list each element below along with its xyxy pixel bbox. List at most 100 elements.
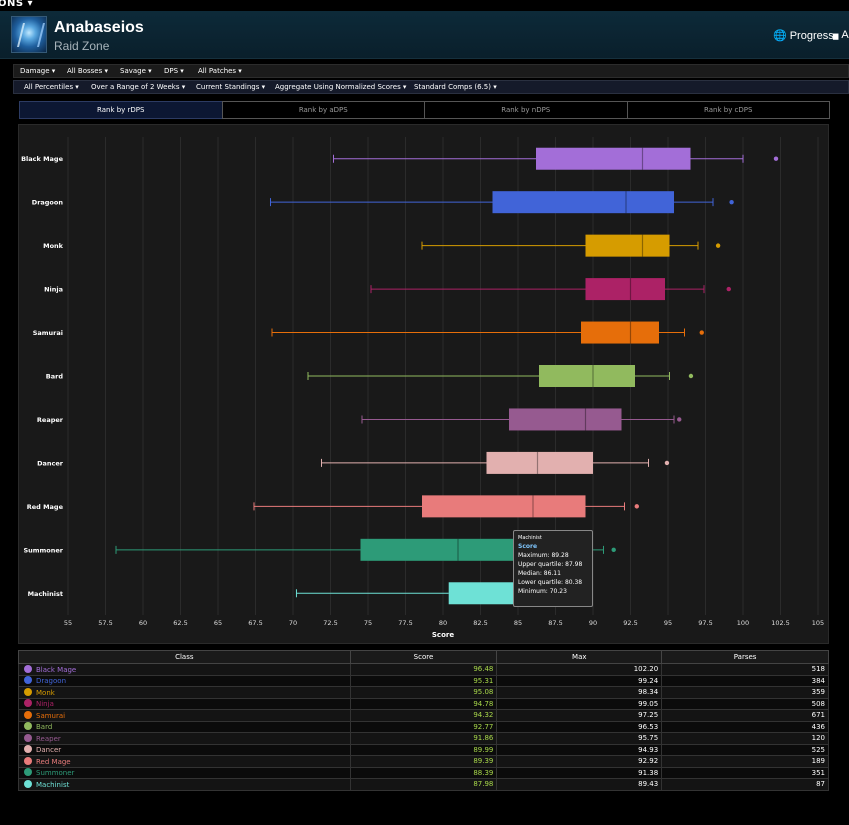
class-cell: Bard bbox=[18, 720, 351, 733]
x-tick-label: 87.5 bbox=[548, 619, 562, 627]
x-tick-label: 100 bbox=[737, 619, 749, 627]
class-name[interactable]: Summoner bbox=[36, 769, 74, 777]
max-cell: 91.38 bbox=[496, 766, 663, 779]
tooltip-maximum: Maximum: 89.28 bbox=[518, 552, 569, 559]
class-name[interactable]: Ninja bbox=[36, 700, 54, 708]
table-row[interactable]: Samurai 94.32 97.25 671 bbox=[18, 709, 829, 722]
max-cell: 94.93 bbox=[496, 743, 663, 756]
page-title: Anabaseios bbox=[54, 19, 144, 36]
col-header-max[interactable]: Max bbox=[496, 650, 663, 664]
score-cell: 88.39 bbox=[349, 766, 498, 779]
y-category-label: Black Mage bbox=[21, 155, 64, 163]
class-name[interactable]: Red Mage bbox=[36, 758, 71, 766]
score-boxplot-chart: 55 57.5 60 62.5 65 67.5 70 72.5 75 77.5 80 82.5 85 87… bbox=[18, 124, 829, 644]
x-tick-label: 57.5 bbox=[98, 619, 112, 627]
table-row[interactable]: Ninja 94.78 99.05 508 bbox=[18, 697, 829, 710]
score-cell: 89.99 bbox=[349, 743, 498, 756]
tab-rank-cdps[interactable]: Rank by cDPS bbox=[626, 101, 830, 119]
box-iqr bbox=[585, 278, 665, 301]
machinist-icon bbox=[24, 779, 32, 788]
class-name[interactable]: Monk bbox=[36, 689, 55, 697]
table-row[interactable]: Dancer 89.99 94.93 525 bbox=[18, 743, 829, 756]
parses-cell: 87 bbox=[661, 778, 829, 791]
class-name[interactable]: Dancer bbox=[36, 746, 61, 754]
table-row[interactable]: Red Mage 89.39 92.92 189 bbox=[18, 755, 829, 768]
filter-difficulty[interactable]: Savage ▾ bbox=[120, 67, 152, 75]
filter-standings[interactable]: Current Standings ▾ bbox=[196, 83, 265, 91]
y-category-label: Dragoon bbox=[32, 199, 64, 207]
x-tick-label: 80 bbox=[439, 619, 447, 627]
progress-link[interactable]: 🌐 Progress bbox=[773, 29, 834, 42]
score-cell: 89.39 bbox=[349, 755, 498, 768]
max-cell: 92.92 bbox=[496, 755, 663, 768]
outlier-point bbox=[715, 243, 721, 248]
box-iqr bbox=[539, 365, 635, 387]
class-name[interactable]: Dragoon bbox=[36, 677, 66, 685]
parses-cell: 508 bbox=[661, 697, 829, 710]
class-cell: Ninja bbox=[18, 697, 351, 710]
table-row[interactable]: Summoner 88.39 91.38 351 bbox=[18, 766, 829, 779]
rank-tabs: Rank by rDPS Rank by aDPS Rank by nDPS R… bbox=[19, 101, 830, 119]
tab-rank-rdps[interactable]: Rank by rDPS bbox=[19, 101, 223, 119]
table-row[interactable]: Reaper 91.86 95.75 120 bbox=[18, 732, 829, 745]
score-cell: 87.98 bbox=[349, 778, 498, 791]
filter-time-range[interactable]: Over a Range of 2 Weeks ▾ bbox=[91, 83, 185, 91]
outlier-point bbox=[634, 504, 639, 509]
x-tick-label: 55 bbox=[64, 619, 72, 627]
chart-tooltip: Machinist Score Maximum: 89.28 Upper qua… bbox=[513, 530, 593, 607]
parses-cell: 518 bbox=[661, 663, 829, 676]
max-cell: 95.75 bbox=[496, 732, 663, 745]
x-tick-label: 77.5 bbox=[398, 619, 412, 627]
x-axis-label: Score bbox=[432, 631, 454, 639]
box-iqr bbox=[536, 147, 691, 170]
class-name[interactable]: Black Mage bbox=[36, 666, 76, 674]
max-cell: 102.20 bbox=[496, 663, 663, 676]
filter-bar-secondary: All Percentiles ▾ Over a Range of 2 Week… bbox=[13, 80, 849, 94]
class-name[interactable]: Machinist bbox=[36, 781, 69, 789]
x-tick-label: 65 bbox=[214, 619, 222, 627]
tab-rank-adps[interactable]: Rank by aDPS bbox=[221, 101, 425, 119]
class-cell: Monk bbox=[18, 686, 351, 699]
x-tick-label: 62.5 bbox=[173, 619, 187, 627]
col-header-parses[interactable]: Parses bbox=[661, 650, 829, 664]
class-name[interactable]: Bard bbox=[36, 723, 52, 731]
header-link-2[interactable]: ▆ A bbox=[833, 29, 849, 41]
max-cell: 96.53 bbox=[496, 720, 663, 733]
table-row[interactable]: Machinist 87.98 89.43 87 bbox=[18, 778, 829, 791]
class-cell: Dancer bbox=[18, 743, 351, 756]
outlier-point bbox=[664, 460, 670, 466]
tab-rank-ndps[interactable]: Rank by nDPS bbox=[424, 101, 628, 119]
y-category-label: Summoner bbox=[23, 546, 63, 554]
score-cell: 92.77 bbox=[349, 720, 498, 733]
box-iqr bbox=[492, 191, 674, 214]
filter-aggregate[interactable]: Aggregate Using Normalized Scores ▾ bbox=[275, 83, 406, 91]
class-name[interactable]: Samurai bbox=[36, 712, 65, 720]
filter-percentiles[interactable]: All Percentiles ▾ bbox=[24, 83, 79, 91]
filter-patch[interactable]: All Patches ▾ bbox=[198, 67, 242, 75]
parses-cell: 384 bbox=[661, 674, 829, 687]
outlier-point bbox=[729, 199, 734, 205]
parses-cell: 671 bbox=[661, 709, 829, 722]
zone-icon bbox=[11, 16, 47, 53]
tooltip-median: Median: 86.11 bbox=[518, 570, 561, 577]
score-cell: 96.48 bbox=[349, 663, 498, 676]
table-row[interactable]: Bard 92.77 96.53 436 bbox=[18, 720, 829, 733]
header-link-2-label: A bbox=[841, 29, 849, 41]
table-row[interactable]: Dragoon 95.31 99.24 384 bbox=[18, 674, 829, 687]
col-header-class[interactable]: Class bbox=[18, 650, 351, 664]
tooltip-lower-quartile: Lower quartile: 80.38 bbox=[518, 579, 583, 586]
filter-metric[interactable]: Damage ▾ bbox=[20, 67, 55, 75]
filter-bar-primary: Damage ▾ All Bosses ▾ Savage ▾ DPS ▾ All… bbox=[13, 64, 849, 78]
table-row[interactable]: Black Mage 96.48 102.20 518 bbox=[18, 663, 829, 676]
max-cell: 98.34 bbox=[496, 686, 663, 699]
class-cell: Machinist bbox=[18, 778, 351, 791]
table-row[interactable]: Monk 95.08 98.34 359 bbox=[18, 686, 829, 699]
top-nav-menu[interactable]: ONS ▾ bbox=[0, 0, 33, 9]
filter-role[interactable]: DPS ▾ bbox=[164, 67, 184, 75]
filter-bosses[interactable]: All Bosses ▾ bbox=[67, 67, 108, 75]
black-mage-icon bbox=[24, 664, 32, 673]
col-header-score[interactable]: Score bbox=[349, 650, 498, 664]
class-name[interactable]: Reaper bbox=[36, 735, 61, 743]
filter-comps[interactable]: Standard Comps (6.5) ▾ bbox=[414, 83, 497, 91]
tooltip-upper-quartile: Upper quartile: 87.98 bbox=[518, 561, 583, 568]
